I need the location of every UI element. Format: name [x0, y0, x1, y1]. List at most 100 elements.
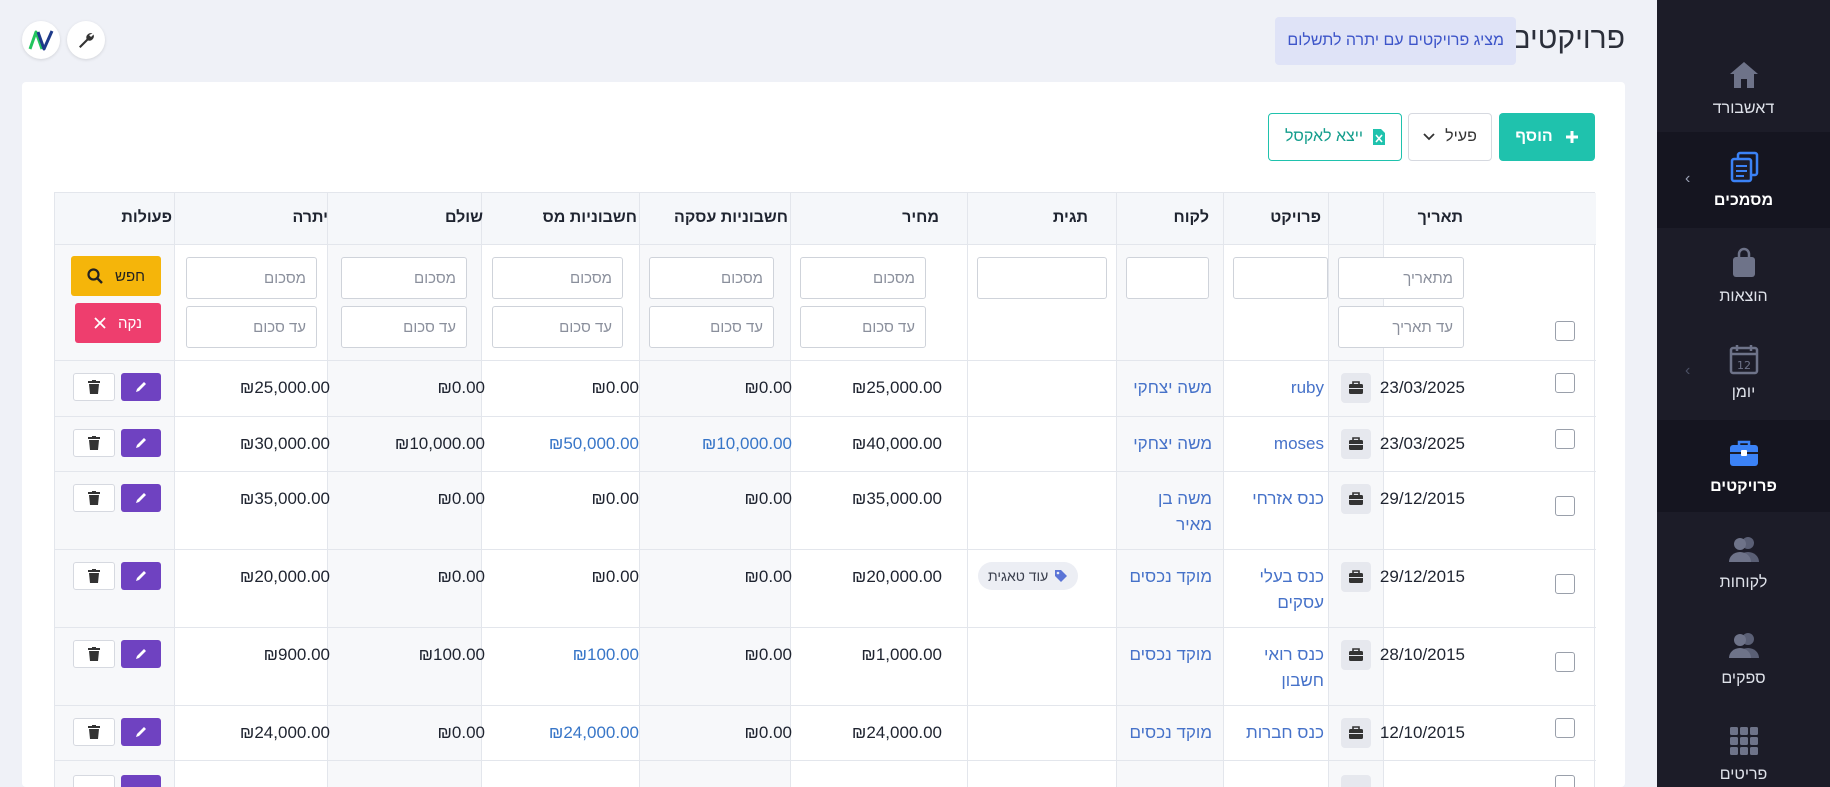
- briefcase-icon[interactable]: [1341, 775, 1371, 787]
- price-to-input[interactable]: עד סכום: [800, 306, 926, 348]
- delete-button[interactable]: [73, 429, 115, 457]
- sidebar-item-documents[interactable]: מסמכים ‹: [1657, 132, 1830, 228]
- col-header-date[interactable]: תאריך: [1418, 209, 1463, 227]
- col-header-tag[interactable]: תגית: [1053, 209, 1088, 227]
- delete-button[interactable]: [73, 562, 115, 590]
- status-dropdown[interactable]: פעיל: [1408, 113, 1492, 161]
- col-header-price[interactable]: מחיר: [902, 209, 939, 227]
- sidebar-item-label: פרויקטים: [1710, 478, 1777, 495]
- delete-button[interactable]: [73, 775, 115, 787]
- sidebar-item-projects[interactable]: פרויקטים: [1657, 420, 1830, 512]
- sidebar-item-label: הוצאות: [1719, 288, 1768, 305]
- app-logo[interactable]: [22, 21, 60, 59]
- delete-button[interactable]: [73, 484, 115, 512]
- home-icon: [1728, 58, 1760, 92]
- clear-button[interactable]: נקה: [75, 303, 161, 343]
- row-checkbox[interactable]: [1555, 718, 1575, 738]
- cell-tax-invoices[interactable]: ₪100.00: [573, 642, 639, 668]
- paid-to-input[interactable]: עד סכום: [341, 306, 467, 348]
- col-header-tax-invoices[interactable]: חשבוניות מס: [543, 209, 637, 227]
- balance-from-input[interactable]: מסכום: [186, 257, 317, 299]
- delete-button[interactable]: [73, 640, 115, 668]
- edit-button[interactable]: [121, 562, 161, 590]
- tools-button[interactable]: [67, 21, 105, 59]
- add-button[interactable]: הוסף: [1499, 113, 1595, 161]
- tax-invoices-from-input[interactable]: מסכום: [492, 257, 623, 299]
- row-checkbox[interactable]: [1555, 775, 1575, 787]
- to-date-input[interactable]: עד תאריך: [1338, 306, 1464, 348]
- sidebar-item-calendar[interactable]: 12 יומן ‹: [1657, 324, 1830, 420]
- delete-button[interactable]: [73, 373, 115, 401]
- sidebar-item-suppliers[interactable]: ספקים: [1657, 610, 1830, 706]
- sidebar-item-clients[interactable]: לקוחות: [1657, 514, 1830, 610]
- tag-badge[interactable]: עוד טאגית: [978, 562, 1079, 590]
- cell-project[interactable]: כנס רואי חשבון: [1254, 642, 1324, 694]
- tag-filter-input[interactable]: [977, 257, 1107, 299]
- paid-from-input[interactable]: מסכום: [341, 257, 467, 299]
- invoices-from-input[interactable]: מסכום: [649, 257, 774, 299]
- row-checkbox[interactable]: [1555, 496, 1575, 516]
- table-row-partial[interactable]: [55, 761, 1596, 787]
- col-header-invoices[interactable]: חשבוניות עסקה: [674, 209, 788, 227]
- balance-to-input[interactable]: עד סכום: [186, 306, 317, 348]
- search-button[interactable]: חפש: [71, 256, 161, 296]
- table-row[interactable]: 23/03/2025 moses משה יצחקי ₪40,000.00 ₪1…: [55, 417, 1596, 472]
- sidebar-item-items[interactable]: פריטים: [1657, 706, 1830, 787]
- sidebar-item-dashboard[interactable]: דאשבורד: [1657, 40, 1830, 136]
- cell-date: 29/12/2015: [1379, 567, 1465, 586]
- cell-tax-invoices[interactable]: ₪24,000.00: [549, 720, 639, 746]
- table-row[interactable]: 28/10/2015 כנס רואי חשבון מוקד נכסים ₪1,…: [55, 628, 1596, 706]
- cell-client[interactable]: מוקד נכסים: [1125, 642, 1212, 668]
- cell-project[interactable]: כנס אזרחי: [1239, 486, 1324, 512]
- briefcase-icon[interactable]: [1341, 373, 1371, 403]
- cell-client[interactable]: מוקד נכסים: [1125, 720, 1212, 746]
- row-checkbox[interactable]: [1555, 429, 1575, 449]
- briefcase-icon[interactable]: [1341, 429, 1371, 459]
- client-filter-input[interactable]: [1126, 257, 1209, 299]
- invoices-to-input[interactable]: עד סכום: [649, 306, 774, 348]
- delete-button[interactable]: [73, 718, 115, 746]
- cell-project[interactable]: moses: [1239, 431, 1324, 457]
- cell-client[interactable]: מוקד נכסים: [1125, 564, 1212, 590]
- cell-client[interactable]: משה בן מאיר: [1152, 486, 1212, 538]
- cell-balance: ₪30,000.00: [239, 434, 330, 453]
- row-checkbox[interactable]: [1555, 373, 1575, 393]
- edit-button[interactable]: [121, 775, 161, 787]
- briefcase-icon[interactable]: [1341, 718, 1371, 748]
- table-row[interactable]: 29/12/2015 כנס אזרחי משה בן מאיר ₪35,000…: [55, 472, 1596, 550]
- edit-button[interactable]: [121, 429, 161, 457]
- cell-paid: ₪10,000.00: [394, 434, 485, 453]
- edit-button[interactable]: [121, 373, 161, 401]
- cell-project[interactable]: ruby: [1239, 375, 1324, 401]
- cell-invoices: ₪0.00: [744, 723, 792, 742]
- row-checkbox[interactable]: [1555, 652, 1575, 672]
- price-from-input[interactable]: מסכום: [800, 257, 926, 299]
- edit-button[interactable]: [121, 484, 161, 512]
- table-row[interactable]: 29/12/2015 כנס בעלי עסקים מוקד נכסים עוד…: [55, 550, 1596, 628]
- sidebar-item-expenses[interactable]: הוצאות: [1657, 228, 1830, 324]
- col-header-balance[interactable]: יתרה: [292, 209, 328, 227]
- cell-invoices[interactable]: ₪10,000.00: [702, 431, 792, 457]
- edit-button[interactable]: [121, 640, 161, 668]
- briefcase-icon[interactable]: [1341, 562, 1371, 592]
- from-date-input[interactable]: מתאריך: [1338, 257, 1464, 299]
- cell-project[interactable]: כנס חברות: [1234, 720, 1324, 746]
- table-row[interactable]: 12/10/2015 כנס חברות מוקד נכסים ₪24,000.…: [55, 706, 1596, 761]
- select-all-checkbox[interactable]: [1555, 321, 1575, 341]
- cell-invoices: ₪0.00: [744, 567, 792, 586]
- briefcase-icon[interactable]: [1341, 484, 1371, 514]
- col-header-paid[interactable]: שולם: [445, 209, 483, 227]
- cell-project[interactable]: כנס בעלי עסקים: [1254, 564, 1324, 616]
- cell-client[interactable]: משה יצחקי: [1125, 431, 1212, 457]
- edit-button[interactable]: [121, 718, 161, 746]
- cell-client[interactable]: משה יצחקי: [1125, 375, 1212, 401]
- cell-tax-invoices[interactable]: ₪50,000.00: [549, 431, 639, 457]
- row-checkbox[interactable]: [1555, 574, 1575, 594]
- briefcase-icon[interactable]: [1341, 640, 1371, 670]
- tax-invoices-to-input[interactable]: עד סכום: [492, 306, 623, 348]
- col-header-project[interactable]: פרויקט: [1270, 209, 1321, 227]
- table-row[interactable]: 23/03/2025 ruby משה יצחקי ₪25,000.00 ₪0.…: [55, 361, 1596, 417]
- export-excel-button[interactable]: ייצא לאקסל: [1268, 113, 1402, 161]
- col-header-client[interactable]: לקוח: [1174, 209, 1209, 227]
- project-filter-input[interactable]: [1233, 257, 1328, 299]
